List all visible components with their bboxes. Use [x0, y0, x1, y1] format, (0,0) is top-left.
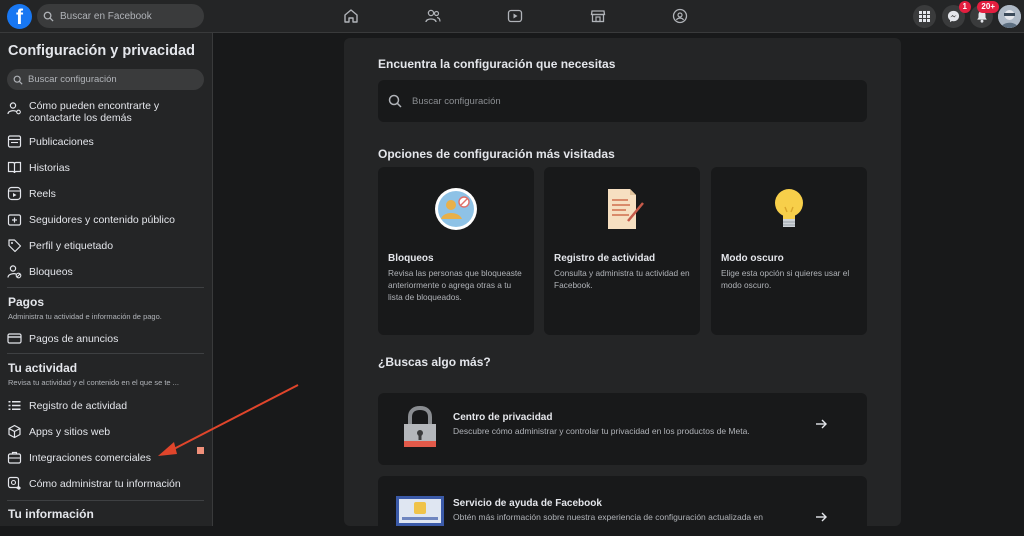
main-search-placeholder: Buscar configuración — [412, 95, 501, 107]
card-modo-oscuro[interactable]: Modo oscuro Elige esta opción si quieres… — [711, 167, 867, 335]
messenger-icon — [947, 10, 960, 23]
sidebar-item-label: Cómo administrar tu información — [29, 478, 181, 490]
section-title-pagos: Pagos — [8, 295, 45, 309]
search-placeholder: Buscar en Facebook — [60, 10, 152, 22]
sidebar-item-label: Bloqueos — [29, 266, 73, 278]
marketplace-icon[interactable] — [589, 7, 607, 25]
row-centro-privacidad[interactable]: Centro de privacidad Descubre cómo admin… — [378, 393, 867, 465]
row-description: Obtén más información sobre nuestra expe… — [453, 512, 763, 522]
sidebar-item-label: Perfil y etiquetado — [29, 240, 114, 252]
section-title-informacion: Tu información — [8, 507, 94, 521]
sidebar-item-perfil-etiquetado[interactable]: Perfil y etiquetado — [0, 238, 212, 254]
sidebar-item-label: Reels — [29, 188, 56, 200]
book-icon — [7, 161, 22, 174]
sidebar-item-reels[interactable]: Reels — [0, 186, 212, 202]
cube-icon — [8, 424, 21, 439]
menu-grid-button[interactable] — [913, 5, 936, 28]
blocking-illustration-icon — [435, 188, 477, 230]
facebook-search-input[interactable]: Buscar en Facebook — [37, 4, 204, 28]
card-registro-actividad[interactable]: Registro de actividad Consulta y adminis… — [544, 167, 700, 335]
search-icon — [13, 75, 23, 85]
posts-icon — [7, 135, 22, 148]
sidebar-item-label: contactarte los demás — [29, 112, 132, 124]
info-manage-icon — [7, 476, 21, 490]
person-search-icon — [7, 102, 21, 115]
sidebar-item-label: Seguidores y contenido público — [29, 214, 175, 226]
reels-icon — [7, 186, 22, 201]
menu-grid-icon — [919, 11, 930, 22]
messenger-badge: 1 — [958, 1, 971, 13]
card-description: Consulta y administra tu actividad en Fa… — [554, 268, 690, 290]
search-icon — [388, 94, 402, 108]
row-title: Centro de privacidad — [453, 412, 553, 423]
facebook-logo[interactable]: f — [7, 4, 32, 29]
sidebar-item-seguidores[interactable]: Seguidores y contenido público — [0, 212, 212, 228]
sidebar-item-bloqueos[interactable]: Bloqueos — [0, 264, 212, 280]
section-subtitle-pagos: Administra tu actividad e información de… — [8, 312, 162, 321]
row-servicio-ayuda[interactable]: Servicio de ayuda de Facebook Obtén más … — [378, 476, 867, 536]
messenger-button[interactable]: 1 — [942, 1, 971, 28]
home-icon[interactable] — [342, 7, 360, 25]
sidebar-item-label: Pagos de anuncios — [29, 333, 119, 345]
activity-log-illustration-icon — [608, 189, 644, 229]
sidebar-divider — [7, 287, 204, 288]
sidebar-item-label: Publicaciones — [29, 136, 94, 148]
looking-for-more-heading: ¿Buscas algo más? — [378, 355, 491, 369]
card-icon — [7, 333, 22, 344]
watch-icon[interactable] — [506, 7, 524, 25]
tag-icon — [8, 239, 22, 253]
annotation-arrow — [158, 384, 299, 456]
lightbulb-illustration-icon — [775, 189, 803, 227]
find-settings-heading: Encuentra la configuración que necesitas — [378, 57, 616, 71]
notifications-badge: 20+ — [977, 1, 999, 13]
list-icon — [8, 401, 21, 410]
help-center-illustration-icon — [396, 496, 444, 526]
sidebar-item-label: Registro de actividad — [29, 400, 128, 412]
avatar-image-icon — [998, 5, 1021, 28]
padlock-icon — [404, 405, 436, 447]
briefcase-icon — [7, 451, 22, 464]
card-description: Revisa las personas que bloqueaste anter… — [388, 268, 522, 302]
followers-icon — [7, 214, 22, 226]
main-search-input[interactable]: Buscar configuración — [378, 80, 867, 122]
settings-main-panel: Encuentra la configuración que necesitas… — [344, 38, 901, 536]
card-title: Bloqueos — [388, 253, 434, 264]
card-description: Elige esta opción si quieres usar el mod… — [721, 268, 850, 290]
popular-settings-heading: Opciones de configuración más visitadas — [378, 147, 615, 161]
row-description: Descubre cómo administrar y controlar tu… — [453, 426, 750, 436]
sidebar-item-publicaciones[interactable]: Publicaciones — [0, 134, 212, 150]
card-title: Registro de actividad — [554, 253, 656, 264]
section-title-actividad: Tu actividad — [8, 361, 78, 375]
sidebar-item-historias[interactable]: Historias — [0, 160, 212, 176]
arrow-right-icon — [816, 419, 827, 429]
row-title: Servicio de ayuda de Facebook — [453, 498, 602, 509]
sidebar-search-placeholder: Buscar configuración — [28, 74, 117, 85]
friends-icon[interactable] — [424, 7, 442, 25]
sidebar-item-label: Historias — [29, 162, 70, 174]
sidebar-divider — [7, 353, 204, 354]
sidebar-search-input[interactable]: Buscar configuración — [7, 69, 204, 90]
card-bloqueos[interactable]: Bloqueos Revisa las personas que bloquea… — [378, 167, 534, 335]
sidebar-item-label: Cómo pueden encontrarte y — [29, 100, 160, 112]
sidebar-item-administrar-informacion[interactable]: Cómo administrar tu información — [0, 476, 212, 492]
sidebar-item-find-contact[interactable]: Cómo pueden encontrarte y contactarte lo… — [0, 100, 212, 126]
top-navigation-bar: f Buscar en Facebook 1 20+ — [0, 0, 1024, 33]
notifications-button[interactable]: 20+ — [970, 1, 999, 28]
search-icon — [43, 11, 54, 22]
card-title: Modo oscuro — [721, 253, 784, 264]
sidebar-title: Configuración y privacidad — [8, 43, 195, 59]
sidebar-divider — [7, 500, 204, 501]
sidebar-item-label: Integraciones comerciales — [29, 452, 151, 464]
profile-avatar[interactable] — [998, 5, 1021, 28]
block-person-icon — [7, 265, 22, 279]
sidebar-item-pagos-anuncios[interactable]: Pagos de anuncios — [0, 331, 212, 347]
groups-icon[interactable] — [671, 7, 689, 25]
sidebar-item-label: Apps y sitios web — [29, 426, 111, 438]
arrow-right-icon — [816, 512, 827, 522]
